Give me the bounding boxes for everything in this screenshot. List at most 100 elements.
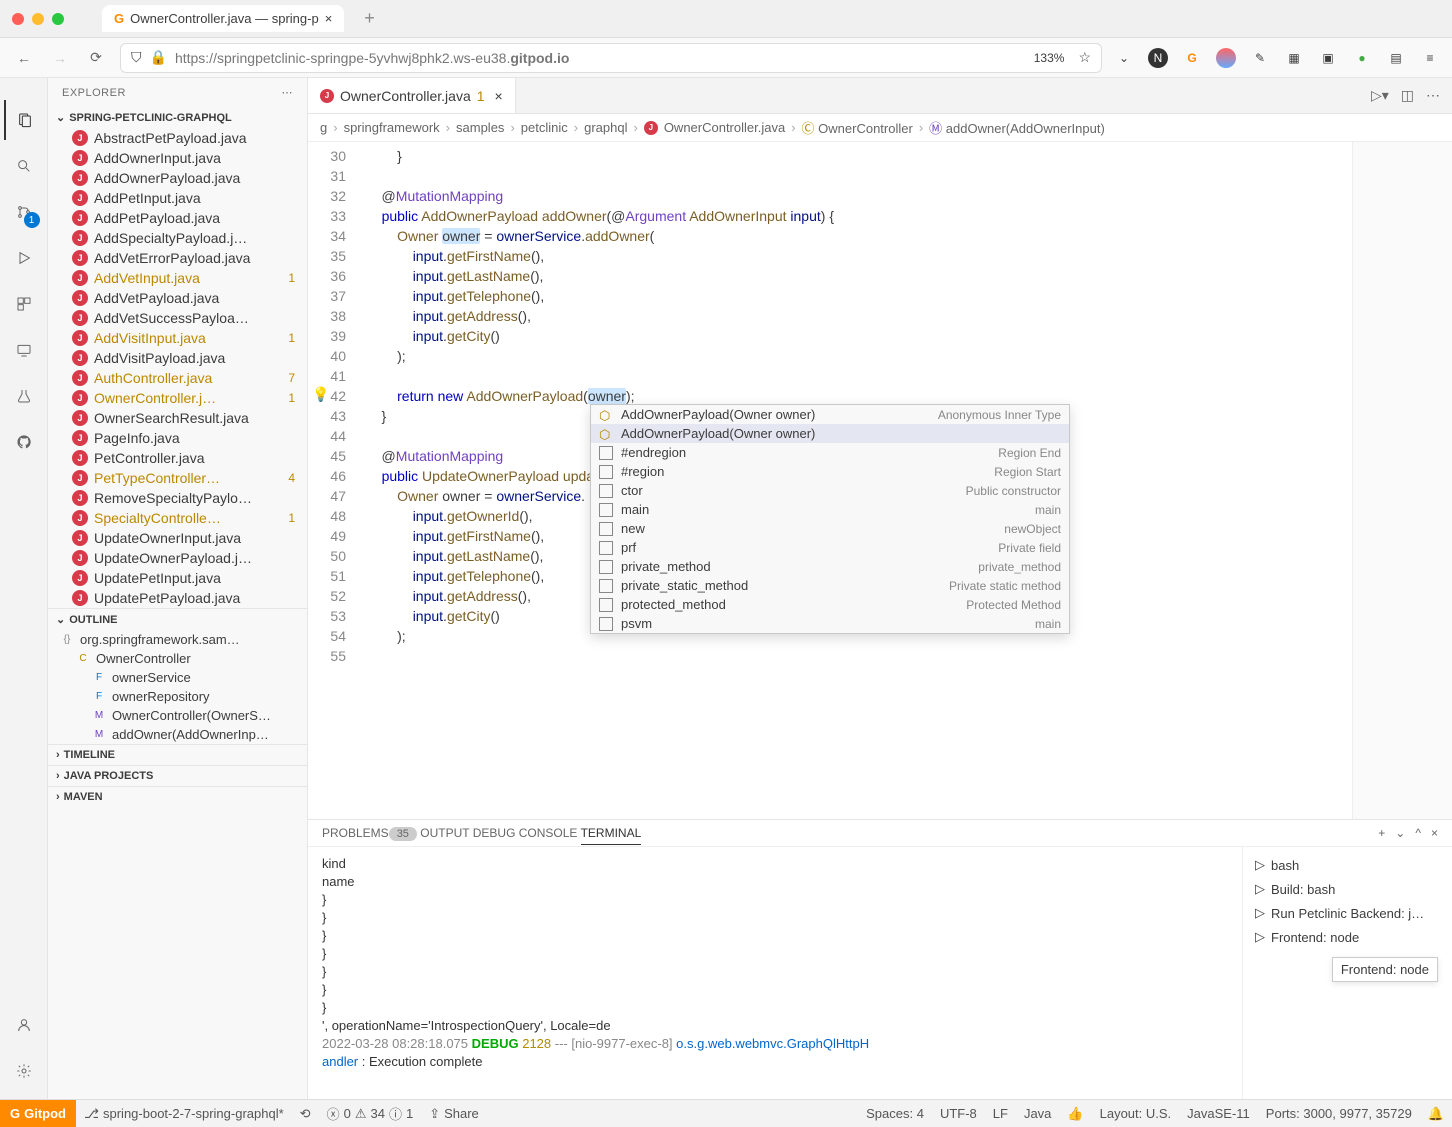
bookmark-icon[interactable]: ☆	[1078, 49, 1091, 66]
eol-status[interactable]: LF	[985, 1106, 1016, 1122]
minimap[interactable]	[1352, 142, 1452, 819]
file-item[interactable]: JAddVetErrorPayload.java	[48, 248, 307, 268]
problems-status[interactable]: ⓧ 0 ⚠ 34 ⓘ 1	[319, 1104, 422, 1123]
ext-icon[interactable]	[1216, 48, 1236, 68]
suggestion-item[interactable]: private_static_methodPrivate static meth…	[591, 576, 1069, 595]
account-icon[interactable]	[4, 1005, 44, 1045]
section-header[interactable]: ›TIMELINE	[48, 744, 307, 765]
panel-tab[interactable]: OUTPUT	[420, 822, 469, 844]
panel-tab[interactable]: TERMINAL	[581, 822, 642, 845]
outline-item[interactable]: COwnerController	[48, 649, 307, 668]
file-item[interactable]: JPetController.java	[48, 448, 307, 468]
outline-item[interactable]: FownerRepository	[48, 687, 307, 706]
file-item[interactable]: JPageInfo.java	[48, 428, 307, 448]
terminal-dropdown-icon[interactable]: ⌄	[1395, 826, 1405, 840]
panel-tab[interactable]: DEBUG CONSOLE	[473, 822, 578, 844]
gitpod-ext-icon[interactable]: G	[1182, 48, 1202, 68]
outline-item[interactable]: {}org.springframework.sam…	[48, 630, 307, 649]
file-item[interactable]: JAddVisitInput.java1	[48, 328, 307, 348]
github-view-icon[interactable]	[4, 422, 44, 462]
forward-button[interactable]: →	[48, 46, 72, 70]
file-item[interactable]: JUpdatePetPayload.java	[48, 588, 307, 608]
breadcrumb-item[interactable]: samples	[456, 120, 504, 135]
terminal-item[interactable]: ▷Frontend: node	[1249, 925, 1446, 949]
new-terminal-icon[interactable]: +	[1378, 826, 1385, 840]
editor-tab[interactable]: J OwnerController.java 1 ×	[308, 78, 516, 113]
file-item[interactable]: JUpdatePetInput.java	[48, 568, 307, 588]
ports-status[interactable]: Ports: 3000, 9977, 35729	[1258, 1106, 1420, 1122]
terminal-item[interactable]: ▷Build: bash	[1249, 877, 1446, 901]
breadcrumb-item[interactable]: graphql	[584, 120, 627, 135]
java-status-icon[interactable]: 👍	[1059, 1106, 1091, 1122]
breadcrumb-item[interactable]: petclinic	[521, 120, 568, 135]
file-item[interactable]: JAddVetPayload.java	[48, 288, 307, 308]
extensions-view-icon[interactable]	[4, 284, 44, 324]
close-tab-icon[interactable]: ×	[495, 88, 503, 104]
suggestion-item[interactable]: ⬡AddOwnerPayload(Owner owner)	[591, 424, 1069, 443]
more-icon[interactable]: ⋯	[282, 86, 294, 99]
minimize-window[interactable]	[32, 13, 44, 25]
file-item[interactable]: JOwnerController.j…1	[48, 388, 307, 408]
suggestion-item[interactable]: psvmmain	[591, 614, 1069, 633]
file-item[interactable]: JAddPetPayload.java	[48, 208, 307, 228]
encoding-status[interactable]: UTF-8	[932, 1106, 985, 1122]
file-item[interactable]: JAddVisitPayload.java	[48, 348, 307, 368]
gitpod-status[interactable]: GGitpod	[0, 1100, 76, 1127]
section-header[interactable]: ›MAVEN	[48, 786, 307, 807]
suggestion-item[interactable]: mainmain	[591, 500, 1069, 519]
layout-status[interactable]: Layout: U.S.	[1092, 1106, 1180, 1122]
settings-gear-icon[interactable]	[4, 1051, 44, 1091]
jdk-status[interactable]: JavaSE-11	[1179, 1106, 1258, 1122]
file-item[interactable]: JPetTypeController…4	[48, 468, 307, 488]
terminal-item[interactable]: ▷Run Petclinic Backend: j…	[1249, 901, 1446, 925]
ext-icon[interactable]: ▣	[1318, 48, 1338, 68]
suggestion-item[interactable]: ctorPublic constructor	[591, 481, 1069, 500]
spaces-status[interactable]: Spaces: 4	[858, 1106, 932, 1122]
file-item[interactable]: JOwnerSearchResult.java	[48, 408, 307, 428]
file-item[interactable]: JRemoveSpecialtyPaylo…	[48, 488, 307, 508]
url-bar[interactable]: ⛉ 🔒 https://springpetclinic-springpe-5yv…	[120, 43, 1102, 73]
file-item[interactable]: JAddOwnerPayload.java	[48, 168, 307, 188]
suggestion-item[interactable]: newnewObject	[591, 519, 1069, 538]
explorer-view-icon[interactable]	[4, 100, 44, 140]
section-header[interactable]: ›JAVA PROJECTS	[48, 765, 307, 786]
browser-tab[interactable]: G OwnerController.java — spring-p ×	[102, 5, 344, 32]
back-button[interactable]: ←	[12, 46, 36, 70]
terminal-output[interactable]: kind name } } } } } }}', operationName='…	[308, 847, 1242, 1099]
reload-button[interactable]: ⟳	[84, 46, 108, 70]
debug-view-icon[interactable]	[4, 238, 44, 278]
maximize-window[interactable]	[52, 13, 64, 25]
breadcrumb-item[interactable]: springframework	[344, 120, 440, 135]
breadcrumb-item[interactable]: g	[320, 120, 327, 135]
file-item[interactable]: JAddVetSuccessPayloa…	[48, 308, 307, 328]
file-item[interactable]: JAbstractPetPayload.java	[48, 128, 307, 148]
lightbulb-icon[interactable]: 💡	[312, 386, 329, 403]
ext-icon[interactable]: ✎	[1250, 48, 1270, 68]
close-tab-icon[interactable]: ×	[325, 11, 333, 26]
ext-icon[interactable]: ●	[1352, 48, 1372, 68]
suggestion-item[interactable]: protected_methodProtected Method	[591, 595, 1069, 614]
hamburger-menu[interactable]: ≡	[1420, 48, 1440, 68]
share-status[interactable]: ⇪ Share	[421, 1106, 487, 1122]
outline-item[interactable]: MaddOwner(AddOwnerInp…	[48, 725, 307, 744]
search-view-icon[interactable]	[4, 146, 44, 186]
file-item[interactable]: JAddPetInput.java	[48, 188, 307, 208]
project-header[interactable]: ⌄ SPRING-PETCLINIC-GRAPHQL	[48, 107, 307, 128]
suggestion-item[interactable]: private_methodprivate_method	[591, 557, 1069, 576]
file-item[interactable]: JAddVetInput.java1	[48, 268, 307, 288]
sync-status[interactable]: ⟲	[292, 1106, 319, 1122]
ext-icon[interactable]: ▦	[1284, 48, 1304, 68]
breadcrumb-item[interactable]: Ⓒ OwnerController	[802, 118, 913, 137]
suggestion-widget[interactable]: ⬡AddOwnerPayload(Owner owner)Anonymous I…	[590, 404, 1070, 634]
outline-header[interactable]: ⌄OUTLINE	[48, 609, 307, 630]
split-editor-icon[interactable]: ◫	[1401, 87, 1414, 104]
close-window[interactable]	[12, 13, 24, 25]
outline-item[interactable]: FownerService	[48, 668, 307, 687]
language-status[interactable]: Java	[1016, 1106, 1059, 1122]
suggestion-item[interactable]: #regionRegion Start	[591, 462, 1069, 481]
breadcrumb[interactable]: g›springframework›samples›petclinic›grap…	[308, 114, 1452, 142]
panel-tab[interactable]: PROBLEMS	[322, 822, 389, 844]
branch-status[interactable]: ⎇spring-boot-2-7-spring-graphql*	[76, 1106, 292, 1122]
file-item[interactable]: JUpdateOwnerPayload.j…	[48, 548, 307, 568]
pocket-icon[interactable]: ⌄	[1114, 48, 1134, 68]
